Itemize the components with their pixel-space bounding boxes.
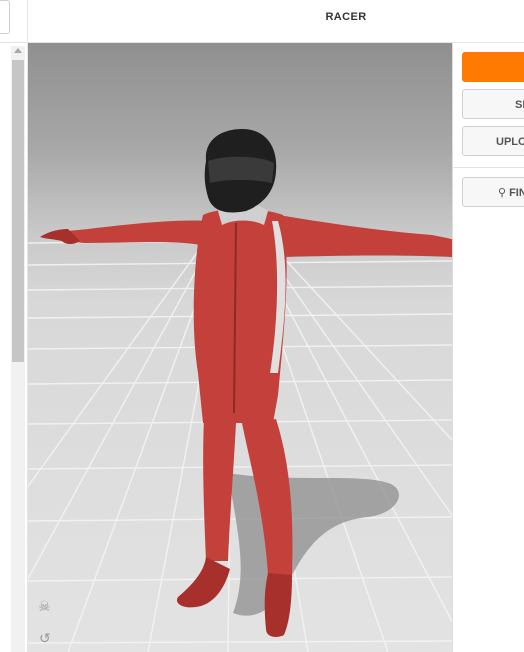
left-sidebar (0, 0, 28, 652)
upload-button[interactable]: UPLO (462, 126, 524, 156)
scrollbar-thumb[interactable] (12, 60, 24, 362)
torso (193, 209, 287, 423)
left-leg (203, 419, 236, 561)
left-search-input-edge[interactable] (0, 0, 10, 34)
right-panel: SE UPLO ⚲FIN (452, 43, 524, 652)
primary-action-button[interactable] (462, 52, 524, 82)
viewport-scene (28, 129, 452, 652)
rotate-icon[interactable]: ↺ (39, 631, 51, 645)
skull-icon[interactable]: ☠ (38, 599, 51, 613)
panel-divider (453, 167, 524, 168)
secondary-button-1[interactable]: SE (462, 89, 524, 119)
secondary-button-1-label: SE (515, 99, 524, 111)
3d-viewport[interactable]: ☠ ↺ (28, 43, 452, 652)
right-arm (278, 215, 452, 257)
left-boot (176, 557, 230, 608)
find-button-label: FIN (509, 187, 524, 199)
character-shadow (228, 473, 399, 616)
left-divider (0, 42, 27, 43)
page-title: RACER (325, 11, 367, 23)
find-button[interactable]: ⚲ FIN (462, 177, 524, 207)
top-header: RACER (28, 0, 524, 43)
upload-button-label: UPLO (496, 136, 524, 148)
right-boot (264, 573, 292, 637)
search-icon: ⚲ (498, 187, 507, 199)
helmet-visor (208, 156, 274, 183)
scroll-up-arrow-icon[interactable] (14, 48, 22, 53)
